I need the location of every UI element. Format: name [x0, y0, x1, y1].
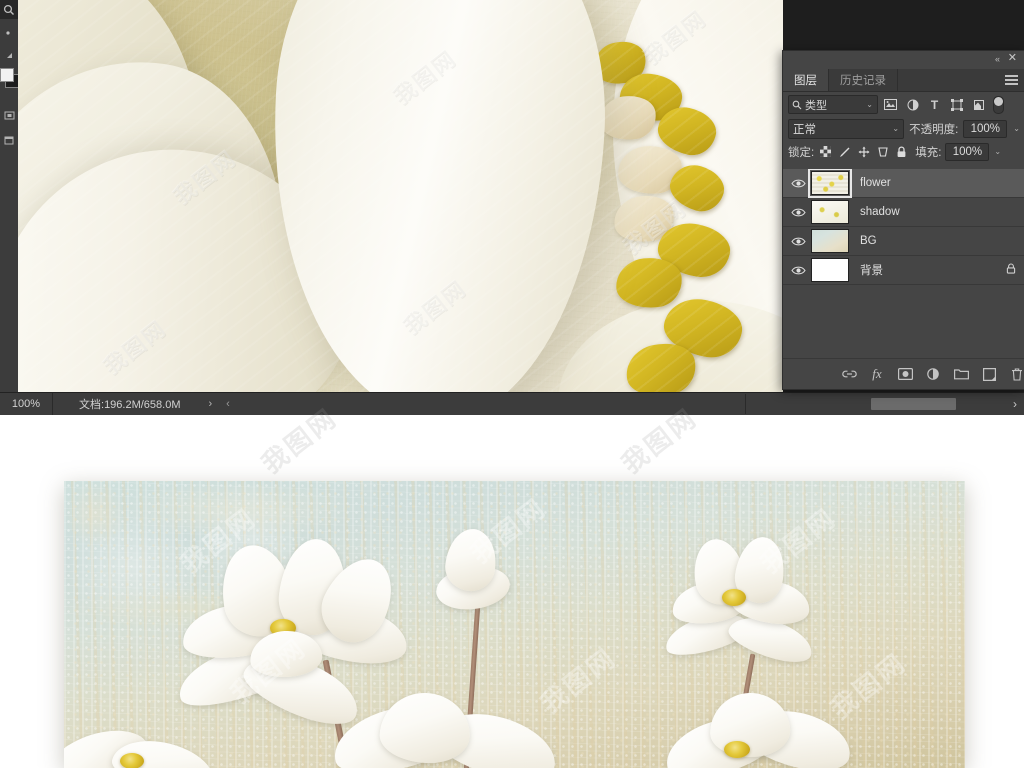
- opacity-chevron-down-icon[interactable]: ⌄: [1013, 124, 1020, 133]
- eye-icon: [790, 208, 806, 216]
- zoom-tool-icon: [3, 4, 14, 15]
- scrollbar-thumb[interactable]: [871, 398, 956, 410]
- layer-thumbnail[interactable]: [808, 169, 852, 198]
- layer-visibility-toggle[interactable]: [785, 227, 811, 255]
- lock-all-icon[interactable]: [894, 144, 909, 159]
- layers-panel: « ✕ 图层 历史记录 类型 ⌄ T 正常 ⌄ 不透明度: 100% ⌄ 锁定:…: [782, 50, 1024, 390]
- doc-size-value: 196.2M/658.0M: [104, 399, 181, 411]
- layer-visibility-toggle[interactable]: [785, 198, 811, 226]
- panel-titlebar[interactable]: « ✕: [783, 51, 1024, 69]
- layer-row-background[interactable]: 背景: [783, 256, 1024, 285]
- filter-type-layers-icon[interactable]: T: [925, 96, 944, 113]
- layer-name[interactable]: 背景: [860, 262, 883, 278]
- delete-layer-icon[interactable]: [1009, 366, 1024, 382]
- panel-tab-bar: 图层 历史记录: [783, 69, 1024, 92]
- filter-kind-select[interactable]: 类型 ⌄: [788, 95, 878, 114]
- layer-name[interactable]: shadow: [860, 206, 900, 218]
- eyedropper-tool[interactable]: [0, 25, 18, 44]
- link-layers-icon[interactable]: [841, 366, 857, 382]
- tab-history[interactable]: 历史记录: [829, 69, 898, 91]
- color-swatches[interactable]: [0, 66, 19, 92]
- quick-mask-icon: [4, 111, 14, 120]
- lock-position-icon[interactable]: [856, 144, 871, 159]
- flower-stamen: [722, 589, 746, 606]
- lock-image-pixels-icon[interactable]: [837, 144, 852, 159]
- flower-stamen: [120, 753, 144, 768]
- image-canvas[interactable]: 我图网 我图网 我图网 我图网 我图网 我图网: [18, 0, 783, 393]
- eye-icon: [790, 237, 806, 245]
- horizontal-scrollbar[interactable]: ›: [745, 394, 1024, 414]
- lock-artboard-nesting-icon[interactable]: [875, 144, 890, 159]
- fill-label: 填充:: [915, 146, 942, 159]
- new-layer-icon[interactable]: [981, 366, 997, 382]
- filter-smart-objects-icon[interactable]: [969, 96, 988, 113]
- layer-list: flower shadow BG 背景: [783, 169, 1024, 357]
- eyedropper-tool-icon: [5, 31, 10, 35]
- filter-shape-layers-icon[interactable]: [947, 96, 966, 113]
- layer-locked-icon: [1006, 261, 1016, 279]
- layer-visibility-toggle[interactable]: [785, 256, 811, 284]
- filter-adjustment-layers-icon[interactable]: [903, 96, 922, 113]
- doc-size-label: 文档:: [79, 399, 105, 411]
- eye-icon: [790, 179, 806, 187]
- filter-kind-label: 类型: [805, 99, 827, 112]
- fill-chevron-down-icon[interactable]: ⌄: [994, 147, 1001, 156]
- quick-mask-mode[interactable]: [0, 106, 18, 125]
- blend-mode-row: 正常 ⌄ 不透明度: 100% ⌄: [783, 117, 1024, 140]
- search-icon: [792, 100, 802, 109]
- chevron-down-icon: ⌄: [892, 124, 900, 133]
- layers-panel-footer: fx: [783, 358, 1024, 389]
- white-separator: 我图网 我图网: [0, 402, 1024, 483]
- layer-visibility-toggle[interactable]: [785, 169, 811, 197]
- layer-thumbnail[interactable]: [811, 258, 849, 282]
- zoom-tool[interactable]: [0, 0, 18, 19]
- blend-mode-value: 正常: [793, 123, 816, 136]
- layer-filter-row: 类型 ⌄ T: [783, 92, 1024, 117]
- document-size-info: 文档:196.2M/658.0M: [79, 396, 181, 412]
- lock-label: 锁定:: [788, 146, 815, 159]
- triangle-icon: [6, 53, 12, 58]
- scroll-right-arrow[interactable]: ›: [1013, 397, 1017, 411]
- tools-palette[interactable]: [0, 0, 19, 393]
- close-panel-icon[interactable]: ✕: [1008, 53, 1017, 64]
- shape-corner-tool[interactable]: [0, 46, 18, 65]
- filter-pixel-layers-icon[interactable]: [881, 96, 900, 113]
- blend-mode-select[interactable]: 正常 ⌄: [788, 118, 905, 139]
- layer-row-shadow[interactable]: shadow: [783, 198, 1024, 227]
- eye-icon: [790, 266, 806, 274]
- layer-thumbnail[interactable]: [811, 229, 849, 253]
- status-expand-arrow[interactable]: ›: [209, 398, 213, 410]
- panel-menu-icon[interactable]: [1005, 75, 1018, 85]
- new-group-icon[interactable]: [953, 366, 969, 382]
- lock-transparent-pixels-icon[interactable]: [818, 144, 833, 159]
- artwork-preview[interactable]: 我图网 我图网 我图网 我图网 我图网 我图网: [64, 481, 965, 768]
- layer-name[interactable]: flower: [860, 177, 891, 189]
- filter-enable-toggle[interactable]: [993, 95, 1004, 114]
- screen-mode[interactable]: [0, 131, 18, 150]
- foreground-color-swatch[interactable]: [0, 68, 14, 82]
- add-layer-mask-icon[interactable]: [897, 366, 913, 382]
- status-collapse-arrow[interactable]: ‹: [226, 398, 230, 410]
- layer-style-fx-icon[interactable]: fx: [869, 366, 885, 382]
- status-bar: 100% 文档:196.2M/658.0M › ‹ ›: [0, 392, 1024, 415]
- screen-mode-icon: [4, 136, 13, 145]
- flower-stamen: [724, 741, 750, 758]
- layer-name[interactable]: BG: [860, 235, 877, 247]
- collapse-panel-icon[interactable]: «: [995, 54, 1000, 64]
- opacity-value[interactable]: 100%: [963, 119, 1008, 138]
- photoshop-window: 我图网 我图网 我图网 我图网 我图网 我图网 100% 文档:196.2M/6…: [0, 0, 1024, 415]
- fill-value[interactable]: 100%: [945, 142, 990, 161]
- chevron-down-icon: ⌄: [866, 100, 873, 109]
- zoom-level[interactable]: 100%: [0, 393, 53, 415]
- new-adjustment-layer-icon[interactable]: [925, 366, 941, 382]
- layer-row-bg[interactable]: BG: [783, 227, 1024, 256]
- lock-row: 锁定: 填充: 100% ⌄: [783, 140, 1024, 163]
- opacity-label: 不透明度:: [909, 123, 959, 136]
- tab-layers[interactable]: 图层: [783, 69, 829, 91]
- layer-row-flower[interactable]: flower: [783, 169, 1024, 198]
- layer-thumbnail[interactable]: [811, 200, 849, 224]
